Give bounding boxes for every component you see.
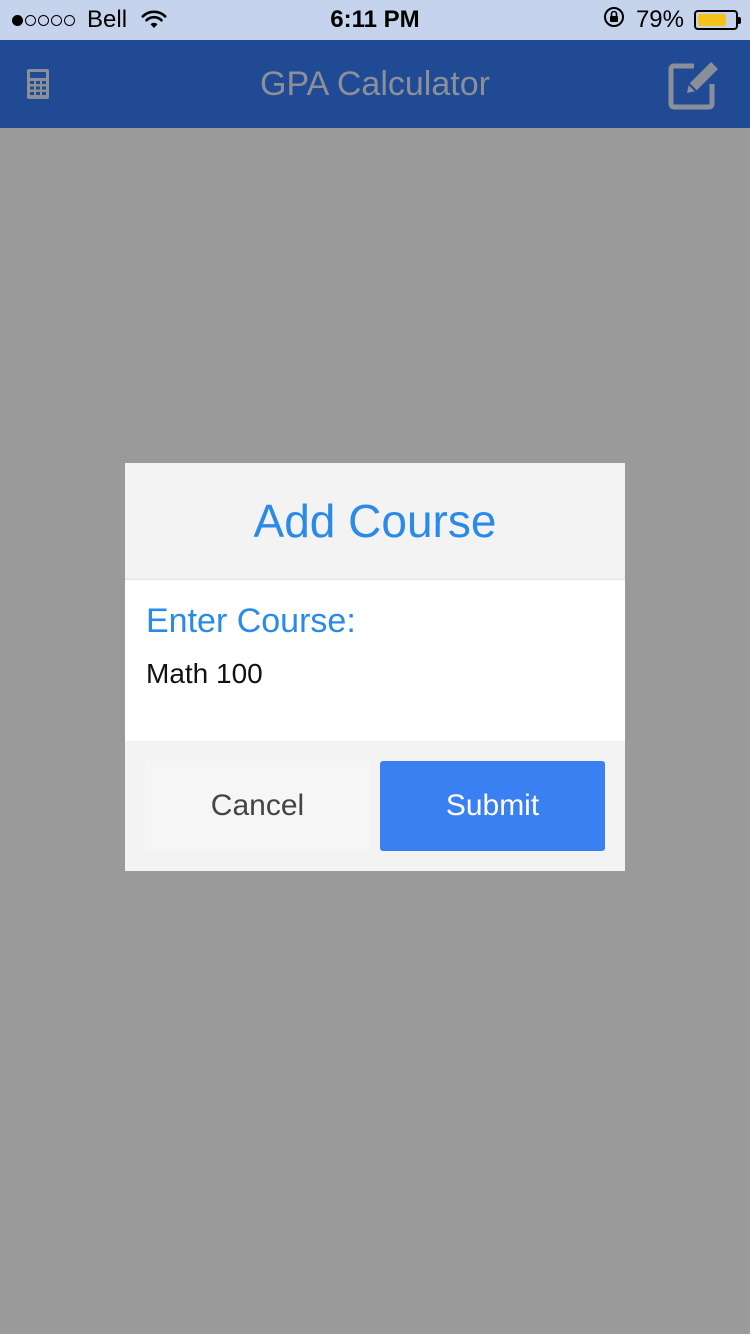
- nav-bar: GPA Calculator: [0, 40, 750, 128]
- battery-fill: [698, 14, 727, 26]
- battery-icon: [694, 10, 741, 30]
- dialog-title: Add Course: [253, 495, 497, 547]
- dialog-header: Add Course: [125, 463, 625, 580]
- submit-button[interactable]: Submit: [380, 761, 605, 851]
- orientation-lock-icon: [602, 5, 626, 36]
- page-title: GPA Calculator: [260, 65, 490, 103]
- status-bar: Bell 6:11 PM 79%: [0, 0, 750, 40]
- edit-icon[interactable]: [668, 58, 722, 110]
- dialog-actions: Cancel Submit: [125, 741, 625, 871]
- course-input[interactable]: [146, 652, 596, 696]
- dialog-body: Enter Course:: [125, 580, 625, 741]
- cancel-button[interactable]: Cancel: [145, 761, 370, 851]
- add-course-dialog: Add Course Enter Course: Cancel Submit: [125, 463, 625, 871]
- course-field-label: Enter Course:: [146, 602, 356, 640]
- battery-percent: 79%: [635, 6, 684, 33]
- status-right: 79%: [602, 0, 741, 40]
